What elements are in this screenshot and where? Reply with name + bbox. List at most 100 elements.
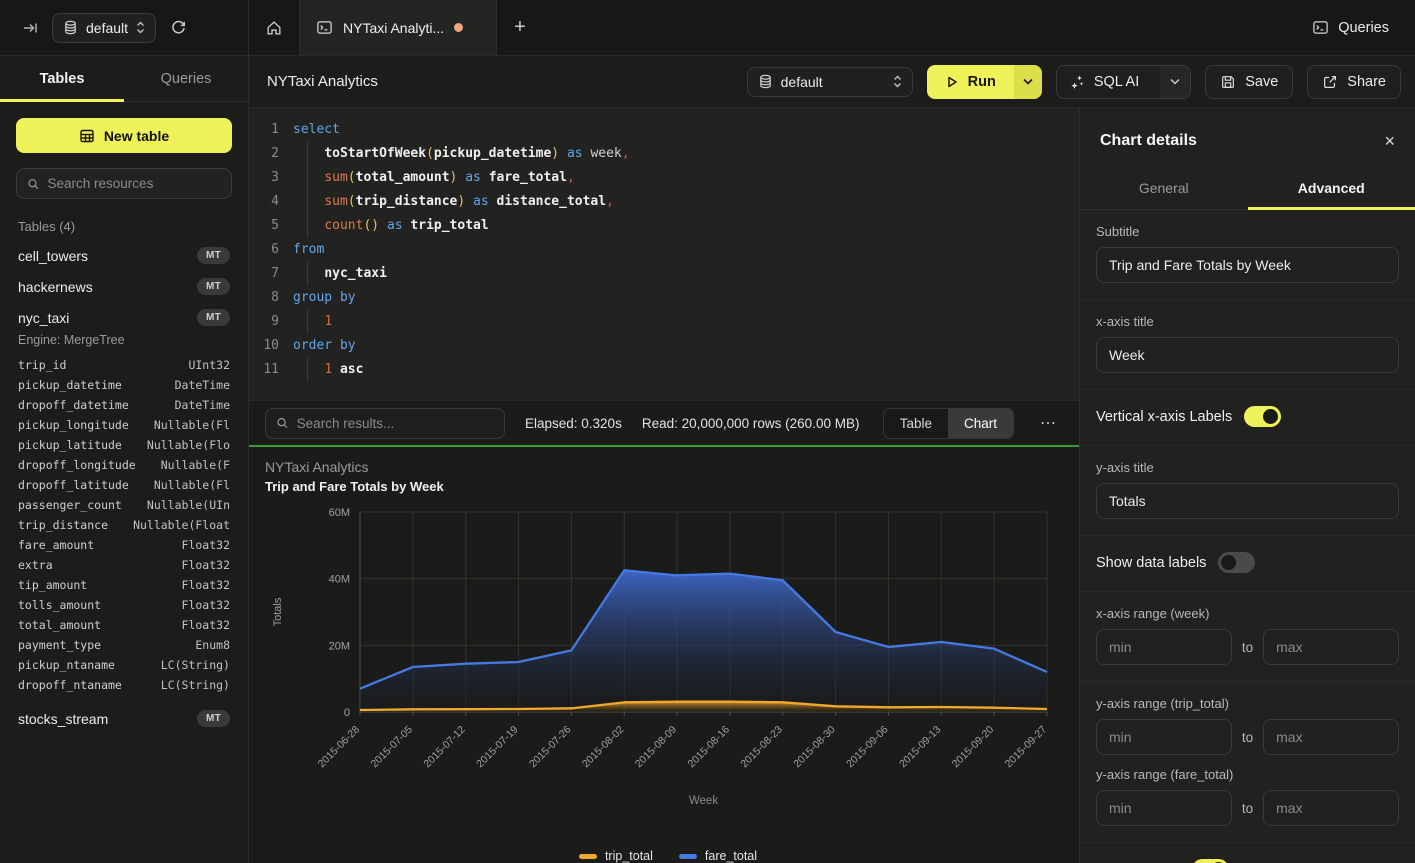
- subtitle-label: Subtitle: [1096, 224, 1399, 239]
- code-line-5: 5 count() as trip_total: [259, 214, 1079, 238]
- results-search-input[interactable]: [297, 416, 494, 431]
- vertical-labels-toggle[interactable]: [1244, 406, 1281, 427]
- column-row: dropoff_latitudeNullable(Fl: [16, 475, 232, 495]
- queries-button[interactable]: Queries: [1312, 19, 1389, 36]
- subtitle-input[interactable]: [1096, 247, 1399, 283]
- code-text: sum(total_amount) as fare_total,: [293, 166, 575, 190]
- run-button[interactable]: Run: [927, 65, 1014, 99]
- sql-editor[interactable]: 1select2 toStartOfWeek(pickup_datetime) …: [249, 108, 1079, 400]
- code-line-2: 2 toStartOfWeek(pickup_datetime) as week…: [259, 142, 1079, 166]
- svg-text:2015-08-09: 2015-08-09: [633, 724, 680, 771]
- tab-advanced[interactable]: Advanced: [1248, 168, 1415, 209]
- home-icon: [265, 19, 283, 37]
- line-number: 4: [259, 190, 293, 214]
- svg-text:Week: Week: [689, 795, 718, 807]
- column-type: Float32: [182, 575, 230, 595]
- more-options-button[interactable]: ⋯: [1034, 409, 1063, 437]
- column-name: dropoff_datetime: [18, 395, 129, 415]
- code-text: sum(trip_distance) as distance_total,: [293, 190, 614, 214]
- line-number: 8: [259, 286, 293, 310]
- sql-ai-button[interactable]: SQL AI: [1057, 66, 1151, 98]
- line-number: 1: [259, 118, 293, 142]
- trip-range-max-input[interactable]: [1263, 719, 1399, 755]
- table-item-nyc_taxi[interactable]: nyc_taxiMT: [16, 302, 232, 333]
- column-type: Nullable(Fl: [154, 475, 230, 495]
- tab-nytaxi-analytics[interactable]: NYTaxi Analyti...: [299, 0, 497, 55]
- play-icon: [945, 75, 959, 89]
- close-icon[interactable]: ×: [1384, 132, 1395, 150]
- column-type: Enum8: [195, 635, 230, 655]
- xaxis-title-section: x-axis title: [1080, 300, 1415, 390]
- legend-swatch: [679, 854, 697, 859]
- database-selector[interactable]: default: [52, 13, 156, 43]
- code-line-1: 1select: [259, 118, 1079, 142]
- column-name: trip_id: [18, 355, 66, 375]
- column-row: dropoff_longitudeNullable(F: [16, 455, 232, 475]
- column-name: payment_type: [18, 635, 101, 655]
- legend-item-fare_total[interactable]: fare_total: [679, 849, 757, 863]
- yaxis-title-input[interactable]: [1096, 483, 1399, 519]
- column-name: fare_amount: [18, 535, 94, 555]
- column-type: Nullable(Fl: [154, 415, 230, 435]
- column-name: total_amount: [18, 615, 101, 635]
- svg-text:2015-06-28: 2015-06-28: [316, 724, 363, 771]
- yaxis-title-label: y-axis title: [1096, 460, 1399, 475]
- column-row: pickup_longitude Nullable(Fl: [16, 415, 232, 435]
- rows-read: Read: 20,000,000 rows (260.00 MB): [642, 416, 860, 431]
- column-name: dropoff_longitude: [18, 455, 136, 475]
- resource-search-input[interactable]: [48, 176, 221, 191]
- sql-ai-options-button[interactable]: [1160, 66, 1190, 98]
- sidebar-tab-queries[interactable]: Queries: [124, 56, 248, 101]
- collapse-sidebar-button[interactable]: [18, 16, 42, 40]
- trip-range-min-input[interactable]: [1096, 719, 1232, 755]
- svg-text:2015-09-13: 2015-09-13: [897, 724, 944, 771]
- code-line-10: 10order by: [259, 334, 1079, 358]
- sql-ai-split-button: SQL AI: [1056, 65, 1191, 99]
- run-label: Run: [968, 74, 996, 90]
- code-text: select: [293, 118, 340, 142]
- database-value: default: [781, 74, 823, 90]
- sidebar-tab-tables[interactable]: Tables: [0, 56, 124, 101]
- column-type: UInt32: [188, 355, 230, 375]
- show-legend-toggle[interactable]: [1192, 859, 1229, 863]
- run-options-button[interactable]: [1014, 65, 1042, 99]
- run-database-selector[interactable]: default: [747, 67, 913, 97]
- area-chart-svg: 020M40M60MTotals2015-06-282015-07-052015…: [265, 502, 1065, 847]
- column-name: passenger_count: [18, 495, 122, 515]
- table-item-hackernews[interactable]: hackernewsMT: [16, 271, 232, 302]
- column-type: Nullable(Float: [133, 515, 230, 535]
- column-row: pickup_datetimeDateTime: [16, 375, 232, 395]
- column-row: total_amountFloat32: [16, 615, 232, 635]
- view-table-button[interactable]: Table: [884, 409, 948, 438]
- fare-range-min-input[interactable]: [1096, 790, 1232, 826]
- column-name: pickup_longitude: [18, 415, 129, 435]
- code-text: order by: [293, 334, 356, 358]
- new-tab-button[interactable]: +: [497, 0, 543, 55]
- home-button[interactable]: [249, 0, 299, 55]
- line-number: 5: [259, 214, 293, 238]
- share-button[interactable]: Share: [1307, 65, 1401, 99]
- svg-text:20M: 20M: [329, 640, 350, 652]
- xaxis-range-max-input[interactable]: [1263, 629, 1399, 665]
- legend-item-trip_total[interactable]: trip_total: [579, 849, 653, 863]
- tab-general[interactable]: General: [1080, 168, 1248, 209]
- xaxis-range-label: x-axis range (week): [1096, 606, 1399, 621]
- xaxis-range-min-input[interactable]: [1096, 629, 1232, 665]
- run-split-button: Run: [927, 65, 1042, 99]
- yaxis-range-fare-section: y-axis range (fare_total) to: [1080, 761, 1415, 843]
- new-table-button[interactable]: New table: [16, 118, 232, 153]
- xaxis-title-input[interactable]: [1096, 337, 1399, 373]
- view-chart-button[interactable]: Chart: [948, 409, 1013, 438]
- save-button[interactable]: Save: [1205, 65, 1293, 99]
- engine-badge: MT: [197, 710, 230, 727]
- table-item-cell_towers[interactable]: cell_towersMT: [16, 240, 232, 271]
- column-row: extraFloat32: [16, 555, 232, 575]
- fare-range-max-input[interactable]: [1263, 790, 1399, 826]
- table-item-stocks_stream[interactable]: stocks_streamMT: [16, 703, 232, 734]
- data-labels-toggle[interactable]: [1218, 552, 1255, 573]
- column-row: pickup_ntanameLC(String): [16, 655, 232, 675]
- refresh-button[interactable]: [166, 15, 191, 40]
- code-text: 1: [293, 310, 332, 334]
- column-row: dropoff_ntanameLC(String): [16, 675, 232, 695]
- code-text: group by: [293, 286, 356, 310]
